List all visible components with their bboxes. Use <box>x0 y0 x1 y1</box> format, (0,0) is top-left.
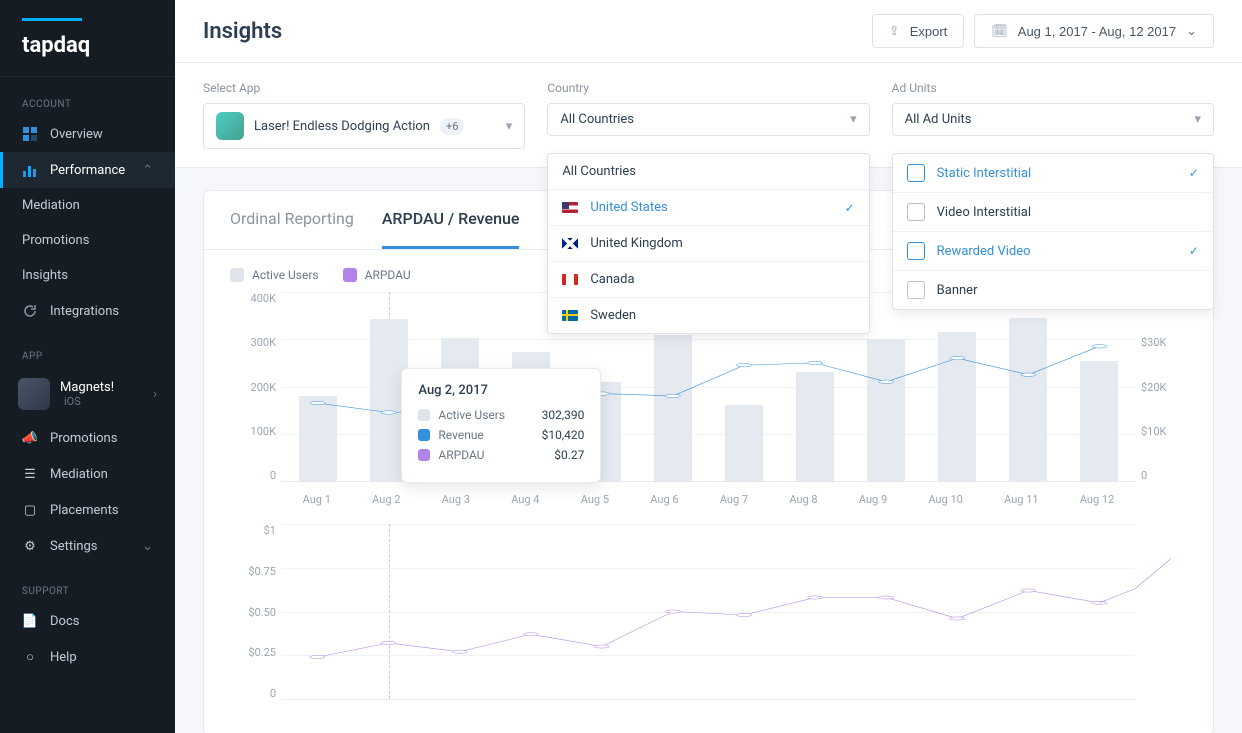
legend-arpdau: ARPDAU <box>343 268 411 282</box>
help-icon: ○ <box>22 649 38 665</box>
chevron-down-icon: ▾ <box>506 119 513 134</box>
check-icon: ✓ <box>1189 166 1199 180</box>
y-axis-arpdau: $1$0.75$0.50$0.250 <box>230 524 276 700</box>
export-icon: ⇪ <box>889 23 900 39</box>
country-option-ca[interactable]: Canada <box>548 262 868 298</box>
sidebar-item-overview[interactable]: Overview <box>0 116 175 152</box>
filters-row: Select App Laser! Endless Dodging Action… <box>175 63 1242 168</box>
brand-logo: tapdaq <box>0 0 175 77</box>
filter-adunits: Ad Units All Ad Units ▾ Static Interstit… <box>892 81 1214 149</box>
grid-icon <box>22 126 38 142</box>
static-interstitial-icon <box>907 164 925 182</box>
adunit-option-banner[interactable]: Banner <box>893 271 1213 309</box>
refresh-icon <box>22 303 38 319</box>
country-option-se[interactable]: Sweden <box>548 298 868 333</box>
app-count-badge: +6 <box>440 118 464 135</box>
device-icon: ▢ <box>22 502 38 518</box>
tab-ordinal[interactable]: Ordinal Reporting <box>230 191 354 249</box>
app-name: Magnets! <box>60 380 114 395</box>
bar-chart-icon <box>22 162 38 178</box>
layers-icon: ☰ <box>22 466 38 482</box>
flag-se-icon <box>562 310 578 321</box>
video-interstitial-icon <box>907 203 925 221</box>
filter-app: Select App Laser! Endless Dodging Action… <box>203 81 525 149</box>
sidebar-item-app-mediation[interactable]: ☰Mediation <box>0 456 175 492</box>
check-icon: ✓ <box>1189 244 1199 258</box>
sidebar-item-placements[interactable]: ▢Placements <box>0 492 175 528</box>
sidebar-item-app-promotions[interactable]: 📣Promotions <box>0 420 175 456</box>
sidebar-item-insights[interactable]: Insights <box>0 258 175 293</box>
date-range-button[interactable]: 🗓Aug 1, 2017 - Aug, 12 2017⌄ <box>974 14 1214 48</box>
country-option-all[interactable]: All Countries <box>548 154 868 190</box>
chart-bottom: $1$0.75$0.50$0.250 <box>230 524 1187 724</box>
adunits-select-value: All Ad Units <box>905 112 972 127</box>
rewarded-video-icon <box>907 242 925 260</box>
chart-tooltip: Aug 2, 2017 Active Users302,390 Revenue$… <box>401 368 601 483</box>
chart-top: 400K300K200K100K0 $40K$30K$20K$10K0 Aug … <box>204 288 1213 733</box>
page-title: Insights <box>203 19 282 44</box>
sidebar-item-docs[interactable]: 📄Docs <box>0 603 175 639</box>
export-button[interactable]: ⇪Export <box>872 14 964 48</box>
app-thumb-icon <box>216 112 244 140</box>
y-axis-right: $40K$30K$20K$10K0 <box>1141 292 1187 482</box>
app-icon <box>18 378 50 410</box>
tooltip-title: Aug 2, 2017 <box>418 383 584 398</box>
topbar: Insights ⇪Export 🗓Aug 1, 2017 - Aug, 12 … <box>175 0 1242 63</box>
sidebar: tapdaq ACCOUNT Overview Performance⌃ Med… <box>0 0 175 733</box>
chevron-down-icon: ▾ <box>850 112 857 127</box>
chevron-up-icon: ⌃ <box>142 163 153 178</box>
gear-icon: ⚙ <box>22 538 38 554</box>
country-select[interactable]: All Countries ▾ <box>547 103 869 136</box>
y-axis-left: 400K300K200K100K0 <box>230 292 276 482</box>
legend-users: Active Users <box>230 268 319 282</box>
chevron-down-icon: ⌄ <box>1186 23 1197 39</box>
adunit-option-static[interactable]: Static Interstitial✓ <box>893 154 1213 193</box>
flag-us-icon <box>562 202 578 213</box>
sidebar-item-mediation[interactable]: Mediation <box>0 188 175 223</box>
app-platform: iOS <box>60 395 114 408</box>
flag-gb-icon <box>562 238 578 249</box>
sidebar-app-selector[interactable]: Magnets! iOS › <box>0 368 175 420</box>
sidebar-item-performance[interactable]: Performance⌃ <box>0 152 175 188</box>
flag-ca-icon <box>562 274 578 285</box>
tab-arpdau[interactable]: ARPDAU / Revenue <box>382 191 520 249</box>
country-option-us[interactable]: United States✓ <box>548 190 868 226</box>
country-option-gb[interactable]: United Kingdom <box>548 226 868 262</box>
sidebar-section-support: SUPPORT <box>0 580 175 603</box>
sidebar-item-help[interactable]: ○Help <box>0 639 175 675</box>
adunits-dropdown: Static Interstitial✓ Video Interstitial … <box>892 153 1214 310</box>
main-content: Insights ⇪Export 🗓Aug 1, 2017 - Aug, 12 … <box>175 0 1242 733</box>
calendar-icon: 🗓 <box>991 23 1008 39</box>
adunit-option-video[interactable]: Video Interstitial <box>893 193 1213 232</box>
docs-icon: 📄 <box>22 613 38 629</box>
app-select[interactable]: Laser! Endless Dodging Action +6 ▾ <box>203 103 525 149</box>
app-select-value: Laser! Endless Dodging Action <box>254 119 430 134</box>
adunit-option-rewarded[interactable]: Rewarded Video✓ <box>893 232 1213 271</box>
chevron-down-icon: ⌄ <box>142 539 153 554</box>
banner-icon <box>907 281 925 299</box>
chevron-right-icon: › <box>153 387 157 402</box>
sidebar-item-settings[interactable]: ⚙Settings⌄ <box>0 528 175 564</box>
sidebar-section-app: APP <box>0 345 175 368</box>
sidebar-section-account: ACCOUNT <box>0 93 175 116</box>
country-select-value: All Countries <box>560 112 634 127</box>
x-axis: Aug 1Aug 2Aug 3Aug 4Aug 5Aug 6Aug 7Aug 8… <box>282 493 1135 506</box>
filter-country: Country All Countries ▾ All Countries Un… <box>547 81 869 149</box>
check-icon: ✓ <box>845 201 855 215</box>
chevron-down-icon: ▾ <box>1194 112 1201 127</box>
sidebar-item-promotions[interactable]: Promotions <box>0 223 175 258</box>
adunits-select[interactable]: All Ad Units ▾ <box>892 103 1214 136</box>
plot-area-bottom <box>282 524 1135 700</box>
megaphone-icon: 📣 <box>22 430 38 446</box>
country-dropdown: All Countries United States✓ United King… <box>547 153 869 334</box>
sidebar-item-integrations[interactable]: Integrations <box>0 293 175 329</box>
